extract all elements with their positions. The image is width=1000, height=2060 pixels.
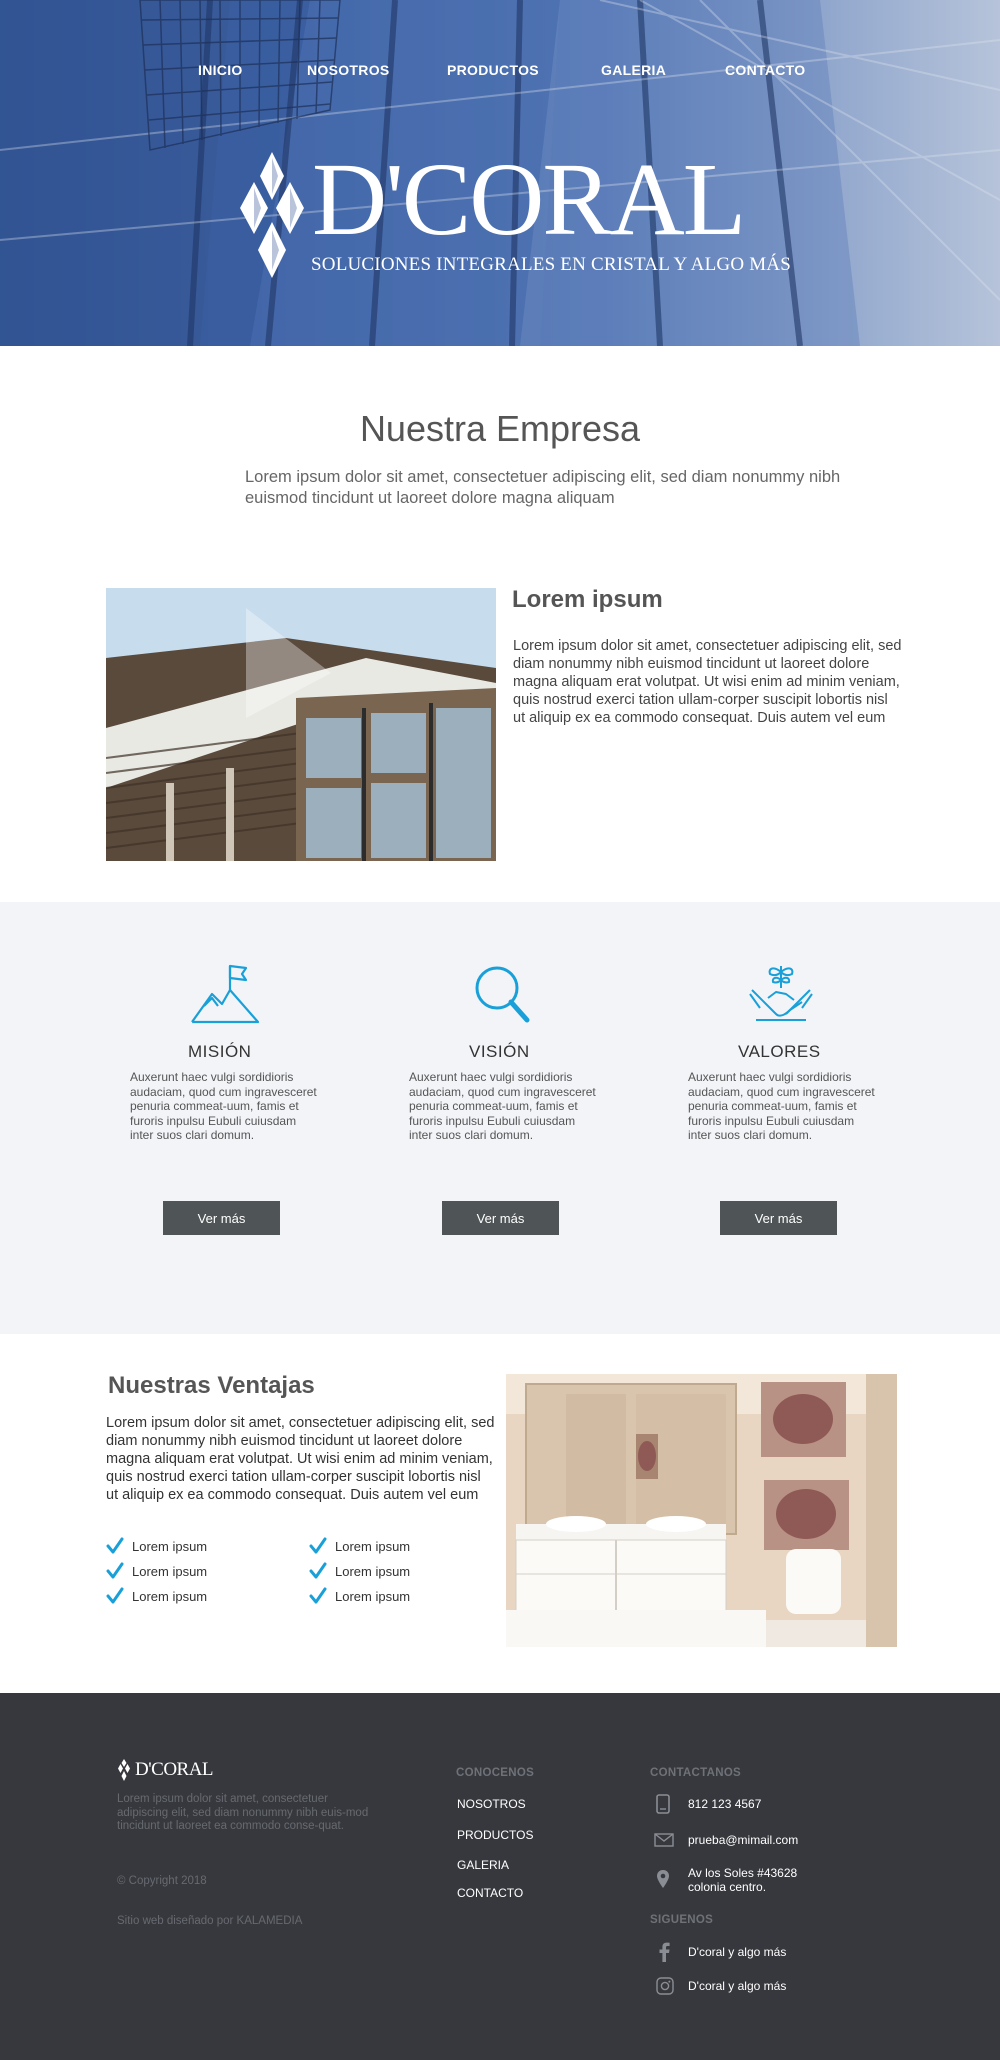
- nav-contacto[interactable]: CONTACTO: [725, 62, 805, 78]
- contactanos-heading: CONTACTANOS: [650, 1767, 742, 1779]
- copyright: © Copyright 2018: [117, 1875, 207, 1887]
- mountain-flag-icon: [191, 964, 260, 1024]
- ver-mas-button[interactable]: Ver más: [163, 1201, 280, 1235]
- envelope-icon: [654, 1833, 674, 1847]
- ventajas-text: Lorem ipsum dolor sit amet, consectetuer…: [106, 1415, 495, 1503]
- footer-link-contacto[interactable]: CONTACTO: [457, 1886, 523, 1900]
- magnifier-icon: [475, 966, 530, 1023]
- main-nav: INICIO NOSOTROS PRODUCTOS GALERIA CONTAC…: [0, 62, 1000, 82]
- about-title: Lorem ipsum: [512, 586, 663, 613]
- conocenos-heading: CONOCENOS: [456, 1767, 535, 1779]
- feature-text: Auxerunt haec vulgi sordidioris audaciam…: [688, 1070, 875, 1142]
- diamond-logo-icon: [240, 152, 304, 278]
- instagram-icon: [656, 1977, 674, 1995]
- facebook-icon: [659, 1942, 670, 1962]
- ventajas-title: Nuestras Ventajas: [108, 1372, 315, 1399]
- footer: D'CORAL Lorem ipsum dolor sit amet, cons…: [0, 1693, 1000, 2060]
- checkmark-icon: [106, 1562, 124, 1579]
- ver-mas-button[interactable]: Ver más: [442, 1201, 559, 1235]
- nav-nosotros[interactable]: NOSOTROS: [307, 62, 390, 78]
- phone-icon: [656, 1794, 670, 1814]
- nav-inicio[interactable]: INICIO: [198, 62, 243, 78]
- diamond-logo-icon: [118, 1759, 130, 1781]
- nav-galeria[interactable]: GALERIA: [601, 62, 666, 78]
- about-text: Lorem ipsum dolor sit amet, consectetuer…: [513, 638, 902, 726]
- handshake-plant-icon: [749, 966, 813, 1021]
- footer-link-nosotros[interactable]: NOSOTROS: [457, 1797, 526, 1811]
- feature-title: VALORES: [738, 1042, 821, 1061]
- building-photo: [106, 588, 496, 861]
- empresa-title: Nuestra Empresa: [359, 408, 641, 449]
- feature-title: MISIÓN: [188, 1042, 252, 1061]
- site-credit: Sitio web diseñado por KALAMEDIA: [117, 1915, 303, 1927]
- brand-tagline: SOLUCIONES INTEGRALES EN CRISTAL Y ALGO …: [311, 254, 791, 275]
- feature-text: Auxerunt haec vulgi sordidioris audaciam…: [409, 1070, 596, 1142]
- nav-productos[interactable]: PRODUCTOS: [447, 62, 539, 78]
- brand-name: D'CORAL: [312, 142, 746, 257]
- checkmark-icon: [309, 1587, 327, 1604]
- footer-description: Lorem ipsum dolor sit amet, consectetuer…: [117, 1793, 369, 1832]
- hero-banner: INICIO NOSOTROS PRODUCTOS GALERIA CONTAC…: [0, 0, 1000, 346]
- checkmark-icon: [309, 1537, 327, 1554]
- siguenos-heading: SIGUENOS: [650, 1914, 714, 1926]
- brand-logo: D'CORAL SOLUCIONES INTEGRALES EN CRISTAL…: [236, 142, 791, 290]
- checkmark-icon: [106, 1587, 124, 1604]
- feature-text: Auxerunt haec vulgi sordidioris audaciam…: [130, 1070, 317, 1142]
- ver-mas-button[interactable]: Ver más: [720, 1201, 837, 1235]
- footer-link-productos[interactable]: PRODUCTOS: [457, 1828, 533, 1842]
- footer-link-galeria[interactable]: GALERIA: [457, 1858, 509, 1872]
- location-pin-icon: [657, 1870, 669, 1888]
- empresa-text: Lorem ipsum dolor sit amet, consectetuer…: [245, 468, 841, 507]
- features-section: MISIÓN Auxerunt haec vulgi sordidioris a…: [0, 902, 1000, 1334]
- checkmark-icon: [309, 1562, 327, 1579]
- bathroom-photo: [506, 1374, 897, 1647]
- feature-title: VISIÓN: [469, 1042, 530, 1061]
- checkmark-icon: [106, 1537, 124, 1554]
